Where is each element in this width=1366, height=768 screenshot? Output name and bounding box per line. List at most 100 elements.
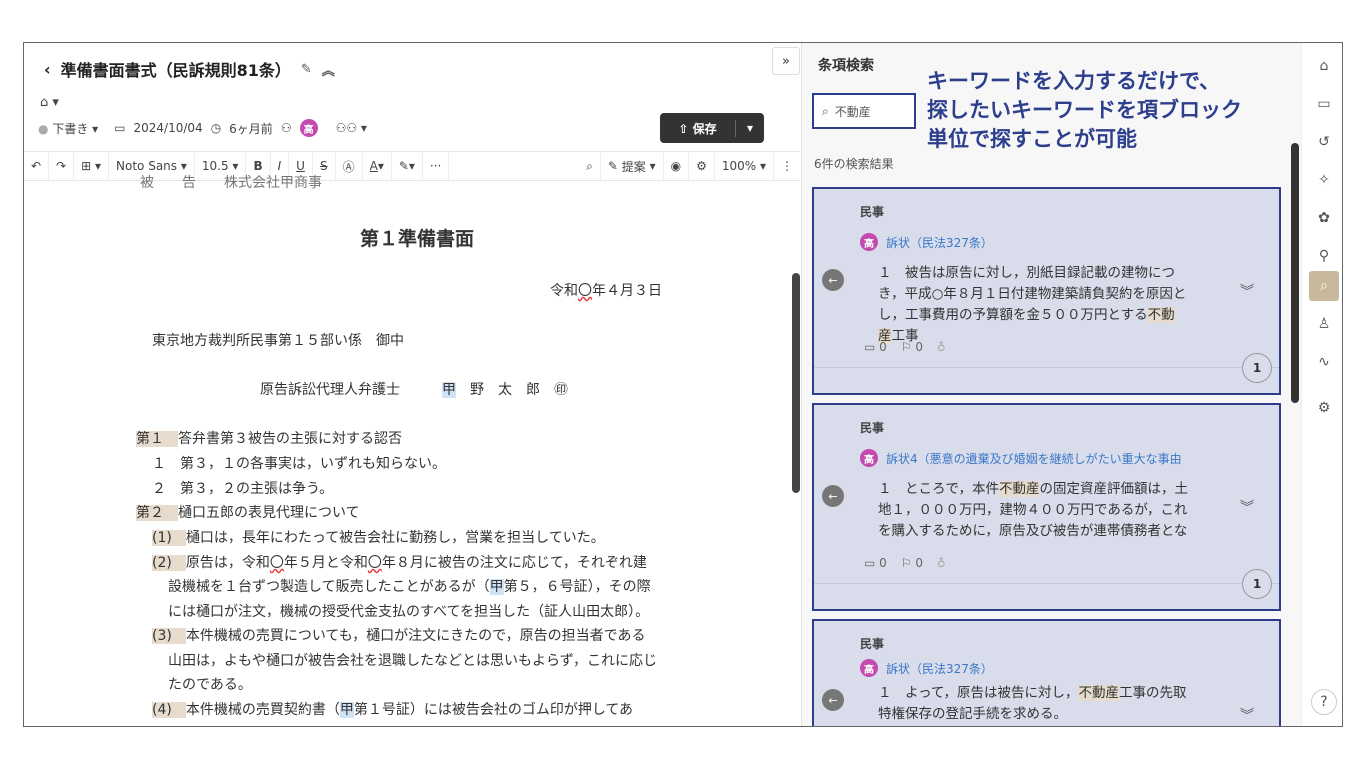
text-run: 令和 (550, 283, 578, 299)
text-run: 年５月と令和 (283, 555, 368, 571)
zoom-label: 100% (721, 159, 757, 173)
expand-icon[interactable]: ︾ (1240, 705, 1254, 725)
edit-icon[interactable]: ✎ (301, 62, 312, 77)
result-body: １ よって，原告は被告に対し，不動産工事の先取特権保存の登記手続を求める。 (878, 683, 1188, 725)
redo-icon[interactable]: ↷ (49, 152, 75, 180)
stamp-icon[interactable]: ⚲ (1309, 241, 1339, 271)
lightbulb-icon[interactable]: ♁ (937, 340, 946, 354)
doc-meta: ● 下書き ▾ ▭ 2024/10/04 ◷ 6ヶ月前 ⚇ 高 ⚇⚇ ▾ (38, 119, 367, 137)
doc-line: (2) 原告は，令和〇年５月と令和〇年８月に被告の注文に応じて，それぞれ建 (152, 552, 647, 572)
text-run: ２ 第３，２の主張は争う。 (152, 481, 334, 497)
panel-scrollbar[interactable] (1291, 143, 1299, 403)
bookmark-count[interactable]: ⚐ 0 (901, 556, 923, 570)
text-run: 山田は，よもや樋口が被告会社を退職したなどとは思いもよらず，これに応じ (168, 653, 658, 669)
insert-arrow-icon[interactable]: ← (822, 689, 844, 711)
suggest-dropdown[interactable]: ✎ 提案 ▾ (601, 152, 664, 180)
lightbulb-icon[interactable]: ♁ (937, 556, 946, 570)
status-dropdown[interactable]: ● 下書き ▾ (38, 120, 98, 137)
search-input[interactable]: ⌕ 不動産 (812, 93, 916, 129)
text-run: (2) (152, 555, 186, 571)
back-icon[interactable]: ‹ (44, 60, 51, 79)
doc-line: 第１準備書面 (360, 224, 474, 251)
text-run: 東京地方裁判所民事第１５部い係 御中 (152, 333, 404, 349)
comment-icon[interactable]: ▭ (1309, 89, 1339, 119)
search-icon[interactable]: ⌕ (1309, 271, 1339, 301)
doc-line: 原告訴訟代理人弁護士 甲 野 太 郎 ㊞ (260, 379, 568, 399)
puzzle-icon[interactable]: ✿ (1309, 203, 1339, 233)
doc-line: (1) 樋口は，長年にわたって被告会社に勤務し，営業を担当していた。 (152, 527, 605, 547)
table-icon[interactable]: ⊞ ▾ (74, 152, 110, 180)
collapse-panel-button[interactable]: » (772, 47, 800, 75)
text-run: (4) (152, 702, 186, 718)
highlight-icon[interactable]: ✎▾ (392, 152, 423, 180)
callout-line: 探したいキーワードを項ブロック (927, 98, 1242, 122)
save-dropdown[interactable]: ▾ (736, 121, 764, 135)
gear-icon[interactable]: ⚙ (689, 152, 715, 180)
doc-header: ‹ 準備書面書式（民訴規則81条） ✎ ︽ (44, 57, 335, 81)
collapse-up-icon[interactable]: ︽ (322, 60, 335, 79)
callout-line: キーワードを入力するだけで、 (927, 69, 1221, 93)
text-run: 樋口は，長年にわたって被告会社に勤務し，営業を担当していた。 (185, 530, 605, 546)
tag-dropdown[interactable]: ⌂ ▾ (40, 95, 59, 110)
members-dropdown[interactable]: ⚇⚇ ▾ (336, 121, 367, 135)
settings-icon[interactable]: ⚙ (1309, 393, 1339, 423)
search-icon[interactable]: ⌕ (579, 152, 601, 180)
bookmark-count-value: 0 (915, 340, 924, 354)
result-stats: ▭ 0 ⚐ 0 ♁ (864, 340, 946, 354)
search-result-card[interactable]: 民事 高訴状（民法327条） ← １ よって，原告は被告に対し，不動産工事の先取… (812, 619, 1281, 726)
result-stats: ▭ 0 ⚐ 0 ♁ (864, 556, 946, 570)
award-icon[interactable]: ♙ (1309, 309, 1339, 339)
doc-line: には樋口が注文，機械の授受代金支払のすべてを担当した（証人山田太郎）。 (168, 601, 649, 621)
more-icon[interactable]: ··· (423, 152, 450, 180)
home-icon[interactable]: ⌂ (1309, 51, 1339, 81)
text-run: 第１準備書面 (360, 228, 475, 250)
search-result-card[interactable]: 民事 高訴状（民法327条） ← １ 被告は原告に対し，別紙目録記載の建物につき… (812, 187, 1281, 395)
save-button[interactable]: ⇧ 保存 ▾ (660, 113, 764, 143)
comment-count[interactable]: ▭ 0 (864, 340, 887, 354)
panel-title: 条項検索 (818, 58, 874, 74)
upload-icon: ⇧ (678, 121, 689, 136)
document-body[interactable]: 被 告 株式会社甲商事 第１準備書面 令和〇年４月３日 東京地方裁判所民事第１５部い係… (30, 175, 774, 726)
text-run: 甲 (442, 382, 456, 398)
undo-icon[interactable]: ↶ (24, 152, 50, 180)
text-run: 被 告 株式会社甲商事 (140, 175, 322, 191)
help-button[interactable]: ? (1311, 689, 1337, 715)
doc-scrollbar[interactable] (792, 273, 800, 493)
sparkle-icon[interactable]: ✧ (1309, 165, 1339, 195)
result-heading-link[interactable]: 高訴状（民法327条） (860, 659, 993, 677)
result-heading-link[interactable]: 高訴状4（悪意の遺棄及び婚姻を継続しがたい重大な事由 (860, 449, 1182, 467)
page-title: 準備書面書式（民訴規則81条） (60, 61, 291, 80)
comment-count-value: 0 (879, 340, 887, 354)
bookmark-count[interactable]: ⚐ 0 (901, 340, 923, 354)
suggest-label: 提案 (621, 159, 646, 174)
text-run: 〇 (578, 283, 592, 299)
doc-line: １ 第３，１の各事実は，いずれも知らない。 (152, 453, 446, 473)
activity-icon[interactable]: ∿ (1309, 347, 1339, 377)
text-run: １ 被告は原告に対し，別紙目録記載の建物につき，平成○年８月１日付建物建築請負契… (878, 265, 1187, 323)
comment-count[interactable]: ▭ 0 (864, 556, 887, 570)
divider (814, 583, 1279, 584)
avatar[interactable]: 高 (299, 119, 318, 137)
save-label: 保存 (692, 121, 717, 136)
eye-icon[interactable]: ◉ (664, 152, 690, 180)
kebab-icon[interactable]: ⋮ (774, 152, 800, 180)
text-run: 不動産 (1078, 685, 1119, 701)
result-heading-link[interactable]: 高訴状（民法327条） (860, 233, 993, 251)
text-run: 第２ (136, 505, 178, 521)
insert-arrow-icon[interactable]: ← (822, 485, 844, 507)
expand-icon[interactable]: ︾ (1240, 281, 1254, 301)
zoom-dropdown[interactable]: 100% ▾ (715, 152, 774, 180)
search-result-card[interactable]: 民事 高訴状4（悪意の遺棄及び婚姻を継続しがたい重大な事由 ← １ ところで，本… (812, 403, 1281, 611)
textbox-icon[interactable]: Ⓐ (336, 152, 363, 180)
size-label: 10.5 (201, 159, 229, 173)
text-run: １ ところで，本件 (878, 481, 999, 497)
user-icon: ⚇ (280, 121, 292, 135)
clause-search-panel: 条項検索 ⌕ 不動産 キーワードを入力するだけで、 探したいキーワードを項ブロック… (801, 43, 1301, 726)
expand-icon[interactable]: ︾ (1240, 497, 1254, 517)
doc-line: 第１ 答弁書第３被告の主張に対する認否 (136, 428, 402, 448)
font-color-icon[interactable]: A ▾ (363, 152, 392, 180)
doc-line: 被 告 株式会社甲商事 (140, 172, 322, 192)
history-icon[interactable]: ↺ (1309, 127, 1339, 157)
insert-arrow-icon[interactable]: ← (822, 269, 844, 291)
text-run: (1) (152, 530, 186, 546)
